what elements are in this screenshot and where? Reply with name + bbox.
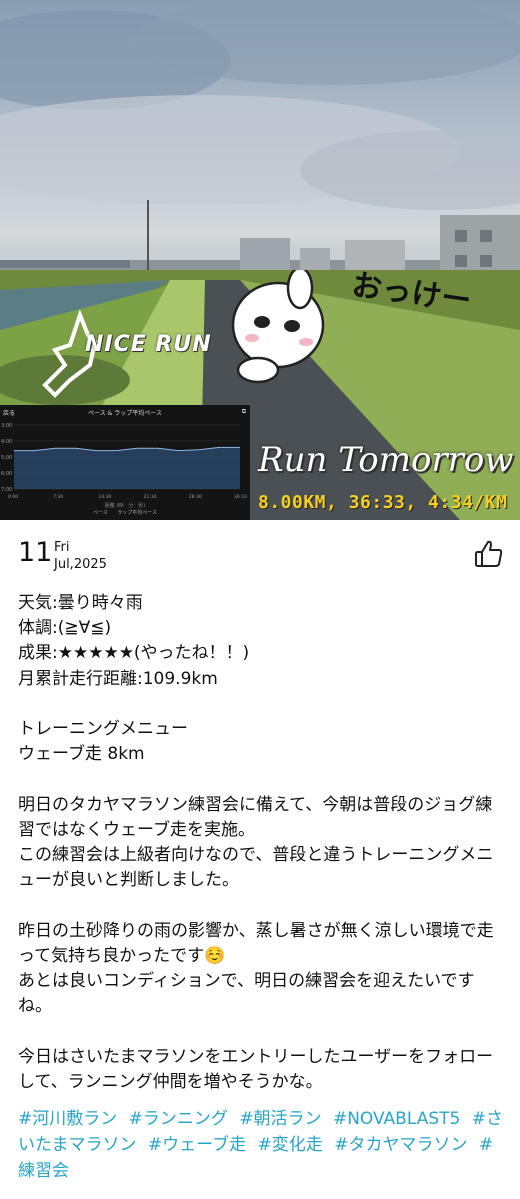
legend-lap: ラップ平均ペース [117, 510, 158, 516]
hashtag-list: #河川敷ラン #ランニング #朝活ラン #NOVABLAST5 #さいたまマラソ… [18, 1106, 508, 1184]
hashtag-link[interactable]: #朝活ラン [239, 1109, 321, 1129]
hashtag-link[interactable]: #ウェーブ走 [148, 1135, 246, 1155]
chart-x-tick: 14:30 [98, 494, 111, 499]
chart-axis-label: 距離 (時：分：秒) [104, 503, 146, 509]
post-line: 月累計走行距離:109.9km [18, 668, 218, 689]
post-line: 体調:(≧∀≦) [18, 618, 112, 639]
post-month-year: Jul,2025 [54, 557, 107, 572]
run-tomorrow-text: Run Tomorrow [258, 440, 514, 480]
chart-x-tick: 21:30 [144, 494, 157, 499]
pace-area [14, 447, 240, 489]
pace-chart-plot: 3:00 4:00 5:00 6:00 7:000:00 7:30 14:30 21:30 28… [1, 423, 247, 499]
post-line: 今日はさいたまマラソンをエントリーしたユーザーをフォローして、ランニング仲間を増… [18, 1046, 494, 1092]
post-line: 天気:曇り時々雨 [18, 593, 143, 613]
hashtag-link[interactable]: #ランニング [129, 1109, 228, 1129]
hashtag-link[interactable]: #河川敷ラン [18, 1109, 117, 1129]
rabbit-sticker [231, 270, 325, 384]
chart-x-tick: 0:00 [8, 494, 18, 499]
post-body: 天気:曇り時々雨 体調:(≧∀≦) 成果:★★★★★(やったね！！) 月累計走行距離:… [18, 591, 508, 1095]
chart-expand-icon: ⧉ [241, 408, 246, 415]
post-day-of-week: Fri [54, 540, 70, 555]
post-line: 成果:★★★★★(やったね！！) [18, 643, 250, 664]
thumbs-up-icon[interactable] [472, 537, 506, 571]
chart-title: ペース & ラップ平均ペース [88, 410, 162, 417]
post-line: 明日のタカヤマラソン練習会に備えて、今朝は普段のジョグ練習ではなくウェーブ走を実… [18, 794, 493, 840]
post-date-row: 11 Fri Jul,2025 [18, 537, 508, 577]
post-line: トレーニングメニュー [18, 719, 188, 739]
post-line: ウェーブ走 8km [18, 744, 145, 765]
chart-y-tick: 6:00 [1, 471, 12, 477]
hashtag-link[interactable]: #変化走 [258, 1135, 323, 1155]
run-stats-text: 8.00KM, 36:33, 4:34/KM [258, 492, 508, 513]
chart-x-tick: 7:30 [53, 494, 63, 499]
chart-y-tick: 4:00 [1, 439, 12, 445]
hashtag-link[interactable]: #タカヤマラソン [334, 1135, 467, 1155]
post-line: この練習会は上級者向けなので、普段と違うトレーニングメニューが良いと判断しました… [18, 845, 494, 891]
chart-legend: ペース ラップ平均ペース [0, 509, 250, 516]
chart-y-tick: 5:00 [1, 455, 12, 461]
chart-x-tick: 28:30 [189, 494, 202, 499]
nice-run-text: NICE RUN [85, 332, 212, 357]
chart-y-tick: 3:00 [1, 423, 12, 429]
legend-pace: ペース [92, 510, 108, 516]
chart-y-tick: 7:00 [1, 487, 12, 493]
pace-chart: 戻る ペース & ラップ平均ペース ⧉ 3:00 4:00 5:00 6:00 7:00… [0, 405, 250, 520]
chart-x-tick: 36:33 [234, 494, 247, 499]
post-line: 昨日の土砂降りの雨の影響か、蒸し暑さが無く涼しい環境で走って気持ち良かったです☺… [18, 920, 494, 966]
hashtag-link[interactable]: #NOVABLAST5 [333, 1109, 460, 1129]
post-line: あとは良いコンディションで、明日の練習会を迎えたいですね。 [18, 971, 475, 1017]
post-photo[interactable]: NICE RUN おっけー 戻る ペース & ラップ平均ペース ⧉ 3:00 4:… [0, 0, 520, 520]
post-day: 11 [18, 537, 53, 568]
